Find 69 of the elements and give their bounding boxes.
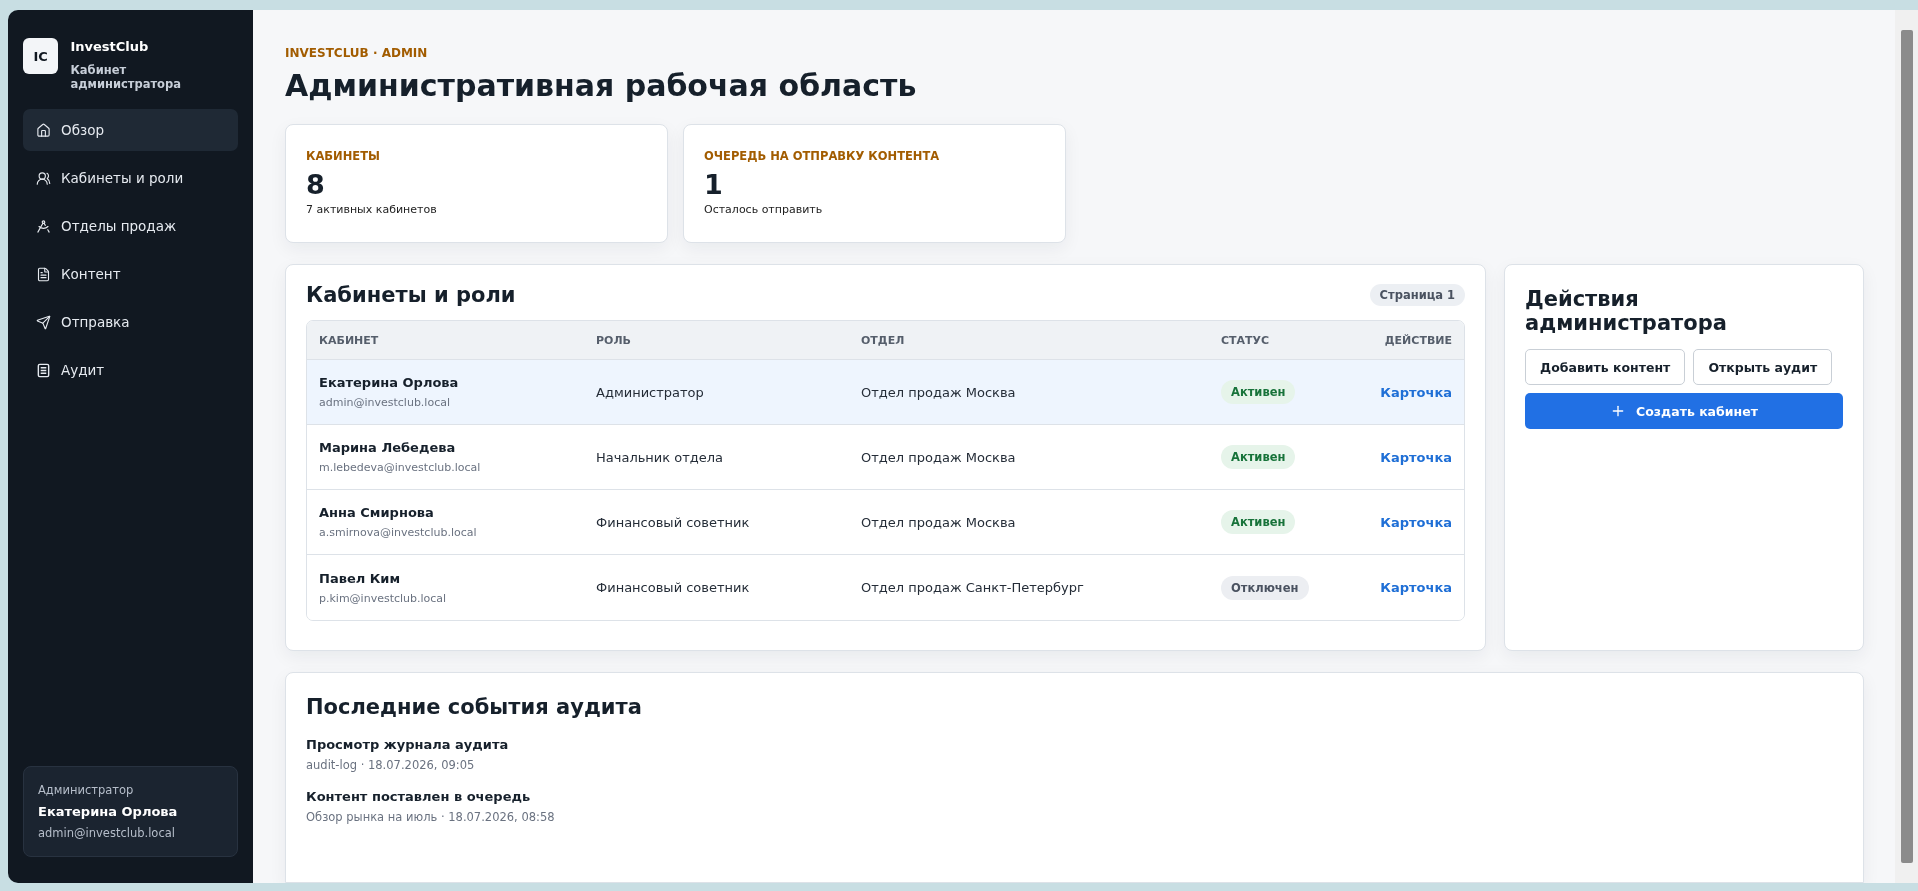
role-cell-text: Начальник отдела xyxy=(596,449,725,465)
sidebar-item[interactable]: Кабинеты и роли xyxy=(23,157,238,199)
card-link[interactable]: Карточка xyxy=(1380,449,1452,465)
role-cell-text: Финансовый советник xyxy=(596,580,751,595)
panel-title: Кабинеты и роли xyxy=(306,283,516,307)
account-name: Екатерина Орлова xyxy=(319,375,460,390)
account-email: m.lebedeva@investclub.local xyxy=(319,461,482,474)
card-link[interactable]: Карточка xyxy=(1380,580,1452,595)
page-title: Административная рабочая область xyxy=(285,68,918,103)
sidebar-item[interactable]: Отделы продаж xyxy=(23,205,238,247)
status-badge: Активен xyxy=(1221,510,1296,534)
account-name: Марина Лебедева xyxy=(319,440,457,455)
sidebar-item[interactable]: Контент xyxy=(23,253,238,295)
account-email: admin@investclub.local xyxy=(319,396,451,409)
column-header: РОЛЬ xyxy=(596,333,632,347)
send-icon xyxy=(36,314,51,330)
account-email: a.smirnova@investclub.local xyxy=(319,526,478,539)
brand-subtitle: Кабинет администратора xyxy=(70,63,182,91)
event-title: Просмотр журнала аудита xyxy=(306,737,510,752)
role-cell-text: Администратор xyxy=(596,384,705,400)
stat-label: ОЧЕРЕДЬ НА ОТПРАВКУ КОНТЕНТА xyxy=(704,149,941,163)
status-badge: Активен xyxy=(1221,445,1296,469)
brand-logo: IC xyxy=(23,38,59,74)
event-meta: Обзор рынка на июль · 18.07.2026, 08:58 xyxy=(306,810,556,824)
role-cell-text: Финансовый советник xyxy=(596,514,751,530)
column-header: КАБИНЕТ xyxy=(319,333,380,347)
department-cell-text: Отдел продаж Москва xyxy=(861,514,1017,530)
account-email: p.kim@investclub.local xyxy=(319,591,448,605)
department-cell-text: Отдел продаж Москва xyxy=(861,449,1017,465)
sidebar-item[interactable]: Отправка xyxy=(23,301,238,343)
sidebar-item[interactable]: Аудит xyxy=(23,349,238,391)
page-badge: Страница 1 xyxy=(1369,284,1465,306)
account-name: Анна Смирнова xyxy=(319,505,435,520)
user-icon xyxy=(36,170,51,186)
stat-value: 8 xyxy=(306,169,326,200)
brand-name: InvestClub xyxy=(70,39,150,54)
event-title: Контент поставлен в очередь xyxy=(306,789,532,804)
user-email: admin@investclub.local xyxy=(38,826,176,840)
department-cell-text: Отдел продаж Санкт-Петербург xyxy=(861,580,1085,595)
table-row[interactable]: Екатерина Орлова admin@investclub.local Администратор Отдел продаж Москва Активен Карточка xyxy=(307,360,1464,425)
column-header: ОТДЕЛ xyxy=(861,333,906,347)
compass-icon xyxy=(36,218,51,234)
card-link[interactable]: Карточка xyxy=(1380,514,1452,530)
stat-note: 7 активных кабинетов xyxy=(306,203,438,216)
scrollbar[interactable] xyxy=(1895,10,1918,883)
action-button[interactable]: Добавить контент xyxy=(1525,349,1686,385)
scrollbar-thumb[interactable] xyxy=(1900,30,1913,863)
create-button[interactable]: Создать кабинет xyxy=(1525,393,1843,429)
eyebrow-label: INVESTCLUB · ADMIN xyxy=(285,46,429,60)
action-button[interactable]: Открыть аудит xyxy=(1693,349,1833,385)
panel-title: Действия администратора xyxy=(1525,287,1728,335)
account-name: Павел Ким xyxy=(319,570,402,586)
stat-value: 1 xyxy=(704,169,724,200)
user-role: Администратор xyxy=(38,783,135,797)
user-name: Екатерина Орлова xyxy=(38,804,179,819)
stat-note: Осталось отправить xyxy=(704,203,824,216)
column-header: СТАТУС xyxy=(1221,333,1271,347)
column-header: ДЕЙСТВИЕ xyxy=(1383,333,1452,347)
document-icon xyxy=(36,266,51,282)
stat-label: КАБИНЕТЫ xyxy=(306,149,381,163)
event-meta: audit-log · 18.07.2026, 09:05 xyxy=(306,758,476,772)
status-badge: Отключен xyxy=(1221,575,1309,600)
card-link[interactable]: Карточка xyxy=(1380,384,1452,400)
status-badge: Активен xyxy=(1221,380,1296,404)
sidebar-item[interactable]: Обзор xyxy=(23,109,238,151)
department-cell-text: Отдел продаж Москва xyxy=(861,384,1017,400)
list-document-icon xyxy=(36,362,51,378)
home-icon xyxy=(36,122,51,138)
panel-title: Последние события аудита xyxy=(306,695,643,719)
